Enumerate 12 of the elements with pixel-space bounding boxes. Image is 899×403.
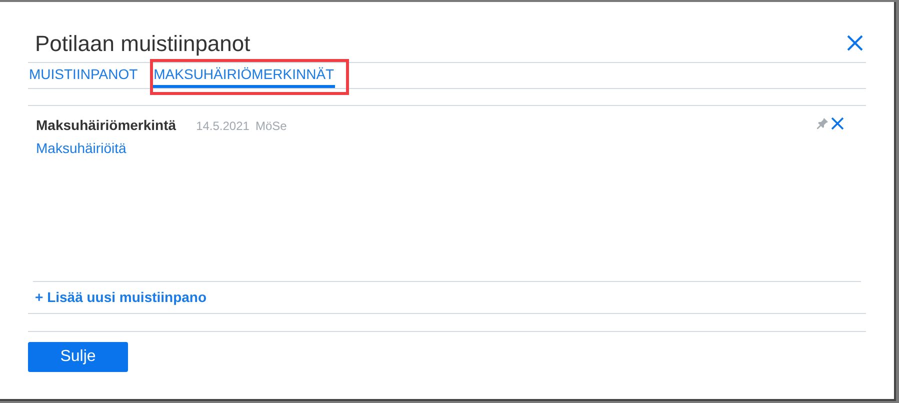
dialog-title: Potilaan muistiinpanot [35, 30, 250, 58]
note-date: 14.5.2021 [196, 118, 250, 135]
note-title: Maksuhäiriömerkintä [36, 116, 176, 135]
tab[interactable]: MAKSUHÄIRIÖMERKINNÄT [152, 63, 336, 88]
close-button[interactable]: Sulje [28, 342, 128, 372]
note-author: MöSe [255, 118, 287, 135]
pin-icon[interactable] [817, 117, 829, 129]
note-text: Maksuhäiriöitä [36, 139, 128, 158]
delete-icon[interactable] [831, 117, 844, 130]
close-icon[interactable] [846, 34, 864, 52]
tab[interactable]: MUISTIINPANOT [28, 63, 139, 88]
add-note-link[interactable]: + Lisää uusi muistiinpano [35, 287, 207, 308]
